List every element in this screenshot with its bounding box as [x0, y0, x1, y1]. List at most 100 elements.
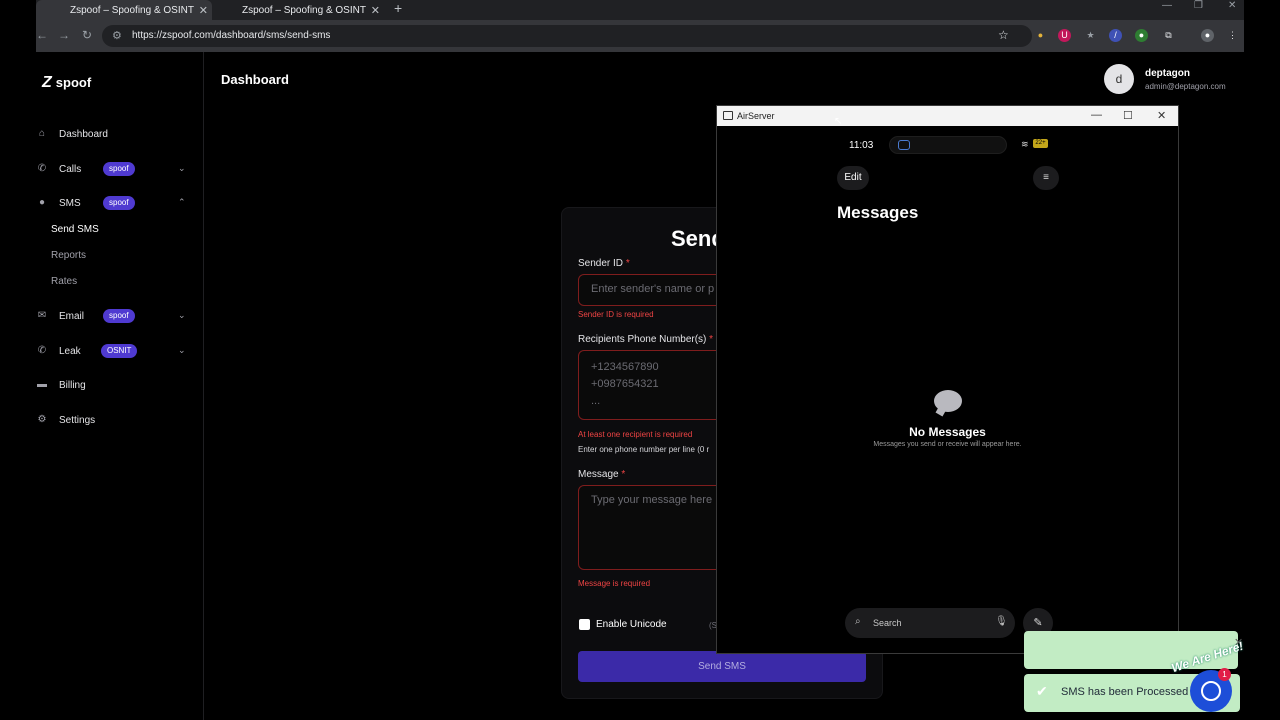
microphone-icon[interactable]: 🎙 [995, 616, 1008, 627]
recipients-hint: Enter one phone number per line (0 r [578, 445, 710, 454]
messages-heading: Messages [837, 203, 919, 222]
badge: spoof [103, 196, 135, 210]
close-icon[interactable]: ✕ [371, 4, 380, 17]
chevron-up-icon[interactable]: ⌃ [178, 197, 186, 208]
tab-title: Zspoof – Spoofing & OSINT [242, 4, 366, 16]
chevron-down-icon[interactable]: ⌄ [178, 163, 186, 174]
close-window-icon[interactable]: ✕ [1228, 0, 1236, 11]
sidebar-subitem-send-sms[interactable]: Send SMS [51, 224, 99, 235]
puzzle-icon[interactable]: ⧉ [1162, 29, 1175, 42]
sidebar-item-label: Settings [59, 415, 96, 426]
chevron-down-icon[interactable]: ⌄ [178, 345, 186, 356]
profile-icon[interactable]: ● [1201, 29, 1214, 42]
chat-bubble-icon [934, 390, 962, 412]
address-bar[interactable]: ⚙ https://zspoof.com/dashboard/sms/send-… [102, 25, 1032, 47]
sidebar-item-label: Billing [59, 380, 86, 391]
phone-icon: ✆ [37, 163, 47, 174]
edit-button[interactable]: Edit [837, 166, 869, 190]
tab-1[interactable]: Zspoof – Spoofing & OSINT ✕ [36, 0, 212, 20]
toast-text: SMS has been Processed [1061, 686, 1189, 698]
user-email: admin@deptagon.com [1145, 82, 1226, 91]
filter-icon[interactable]: ≡ [1033, 166, 1059, 190]
notification-badge: 1 [1218, 668, 1231, 681]
empty-subtitle: Messages you send or receive will appear… [873, 441, 1022, 448]
placeholder: Enter sender's name or p [591, 283, 715, 295]
unicode-checkbox[interactable] [579, 619, 590, 630]
empty-title: No Messages [909, 425, 986, 439]
new-tab-icon[interactable]: + [394, 0, 402, 16]
phone-search-field[interactable]: ⌕ Search 🎙 [845, 608, 1015, 638]
sidebar-item-label: Calls [59, 164, 82, 175]
required-mark: * [709, 334, 714, 345]
chevron-down-icon[interactable]: ⌄ [178, 310, 186, 321]
logo-mark: Z [42, 74, 52, 91]
extension-icon[interactable]: ★ [1084, 29, 1097, 42]
search-placeholder: Search [873, 618, 902, 628]
minimize-icon[interactable]: — [1091, 109, 1102, 121]
phone-screen: 11:03 ≋ 22+ Edit ≡ Messages No Messages … [717, 126, 1178, 653]
label-text: Sender ID [578, 258, 624, 269]
sidebar-subitem-reports[interactable]: Reports [51, 250, 86, 261]
airserver-window: AirServer — ☐ ✕ 11:03 ≋ 22+ Edit ≡ Messa… [716, 105, 1179, 654]
placeholder: Type your message here [591, 494, 713, 506]
mail-icon: ✉ [37, 310, 47, 321]
chat-icon: ● [38, 197, 46, 208]
wifi-icon: ≋ [1021, 139, 1029, 149]
required-mark: * [625, 258, 630, 269]
badge: spoof [103, 309, 135, 323]
dynamic-island [889, 136, 1007, 154]
mouse-cursor-icon: ↖ [834, 116, 843, 127]
chat-widget-button[interactable]: 1 [1190, 668, 1232, 712]
user-name: deptagon [1145, 68, 1190, 79]
sidebar-item-sms[interactable]: ● SMS spoof ⌃ [36, 194, 204, 214]
logo[interactable]: Zspoof [42, 74, 91, 92]
sidebar-item-label: Leak [59, 346, 81, 357]
message-label: Message * [578, 469, 625, 480]
maximize-icon[interactable]: ☐ [1123, 109, 1133, 122]
forward-icon[interactable]: → [58, 28, 70, 42]
label-text: Recipients Phone Number(s) [578, 334, 707, 345]
sidebar-item-calls[interactable]: ✆ Calls spoof ⌄ [36, 160, 204, 180]
airserver-titlebar[interactable]: AirServer — ☐ ✕ [717, 106, 1178, 126]
sidebar-item-billing[interactable]: ▬ Billing [36, 376, 204, 396]
sidebar-item-label: SMS [59, 198, 81, 209]
link-icon [898, 140, 910, 150]
gear-icon: ⚙ [37, 414, 47, 425]
site-info-icon[interactable]: ⚙ [112, 29, 122, 42]
reload-icon[interactable]: ↻ [82, 28, 92, 42]
sidebar-item-leak[interactable]: ✆ Leak OSNIT ⌄ [36, 342, 204, 362]
badge: spoof [103, 162, 135, 176]
sidebar-subitem-rates[interactable]: Rates [51, 276, 77, 287]
check-icon: ✔ [1036, 683, 1048, 699]
sidebar-item-label: Dashboard [59, 129, 108, 140]
url-text: https://zspoof.com/dashboard/sms/send-sm… [132, 30, 331, 41]
avatar[interactable]: d [1104, 64, 1134, 94]
home-icon: ⌂ [38, 128, 46, 139]
sidebar-item-email[interactable]: ✉ Email spoof ⌄ [36, 307, 204, 327]
badge: OSNIT [101, 344, 138, 358]
maximize-icon[interactable]: ❐ [1194, 0, 1203, 11]
search-icon: ⌕ [855, 616, 861, 627]
shield-icon[interactable]: U [1058, 29, 1071, 42]
sidebar-item-label: Email [59, 311, 85, 322]
minimize-icon[interactable]: — [1162, 0, 1172, 11]
phone-icon: ✆ [37, 345, 47, 356]
extension-icon[interactable]: / [1109, 29, 1122, 42]
close-icon[interactable]: ✕ [199, 4, 208, 17]
menu-icon[interactable]: ⋮ [1226, 29, 1239, 42]
tab-strip: Zspoof – Spoofing & OSINT ✕ Zspoof – Spo… [36, 0, 1244, 20]
sender-id-error: Sender ID is required [578, 310, 654, 319]
sidebar-item-settings[interactable]: ⚙ Settings [36, 411, 204, 431]
recipients-error: At least one recipient is required [578, 430, 693, 439]
tab-2[interactable]: Zspoof – Spoofing & OSINT ✕ [208, 0, 384, 20]
back-icon[interactable]: ← [36, 28, 48, 42]
send-sms-button[interactable]: Send SMS [578, 651, 866, 682]
extension-icon[interactable]: ● [1135, 29, 1148, 42]
sidebar-item-dashboard[interactable]: ⌂ Dashboard [36, 125, 204, 145]
message-error: Message is required [578, 579, 651, 588]
left-backdrop [0, 0, 36, 720]
star-icon[interactable]: ☆ [998, 28, 1009, 42]
tab-title: Zspoof – Spoofing & OSINT [70, 4, 194, 16]
extension-icon[interactable]: ● [1034, 29, 1047, 42]
close-icon[interactable]: ✕ [1157, 109, 1166, 122]
